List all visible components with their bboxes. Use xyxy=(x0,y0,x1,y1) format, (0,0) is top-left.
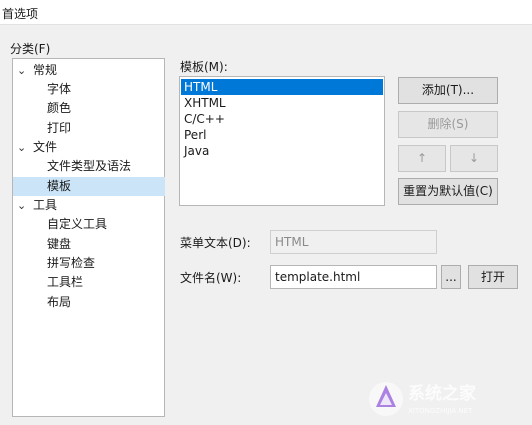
title-bar: 首选项 xyxy=(0,0,532,25)
menu-text-label: 菜单文本(D): xyxy=(180,236,251,250)
chevron-down-icon[interactable]: ⌄ xyxy=(17,196,26,215)
tree-item-label: 颜色 xyxy=(47,101,72,115)
templates-list[interactable]: HTML XHTML C/C++ Perl Java xyxy=(179,76,385,206)
list-item[interactable]: HTML xyxy=(181,79,383,95)
move-up-button[interactable]: ↑ xyxy=(398,145,446,172)
tree-item-label: 自定义工具 xyxy=(47,217,108,231)
tree-item-label: 文件类型及语法 xyxy=(47,159,132,173)
delete-button[interactable]: 删除(S) xyxy=(398,111,498,138)
tree-item-color[interactable]: 颜色 xyxy=(13,99,165,118)
svg-text:XITONGZHIJIA.NET: XITONGZHIJIA.NET xyxy=(408,407,473,415)
menu-text-field: HTML xyxy=(270,230,437,254)
file-name-label: 文件名(W): xyxy=(180,271,242,285)
tree-item-file-types[interactable]: 文件类型及语法 xyxy=(13,157,165,176)
tree-item-label: 工具栏 xyxy=(47,275,84,289)
list-item[interactable]: XHTML xyxy=(181,95,383,111)
tree-item-layout[interactable]: 布局 xyxy=(13,293,165,312)
list-item[interactable]: C/C++ xyxy=(181,111,383,127)
window-title: 首选项 xyxy=(2,7,39,21)
tree-item-label: 字体 xyxy=(47,82,72,96)
tree-item-label: 模板 xyxy=(47,179,72,193)
tree-item-font[interactable]: 字体 xyxy=(13,80,165,99)
list-item[interactable]: Java xyxy=(181,143,383,159)
svg-text:系统之家: 系统之家 xyxy=(408,383,476,404)
chevron-down-icon[interactable]: ⌄ xyxy=(17,61,26,80)
tree-item-label: 布局 xyxy=(47,295,72,309)
tree-item-label: 键盘 xyxy=(47,237,72,251)
tree-item-label: 拼写检查 xyxy=(47,256,96,270)
tree-item-print[interactable]: 打印 xyxy=(13,119,165,138)
list-item[interactable]: Perl xyxy=(181,127,383,143)
watermark-logo: 系统之家 XITONGZHIJIA.NET xyxy=(366,377,526,421)
chevron-down-icon[interactable]: ⌄ xyxy=(17,138,26,157)
tree-item-label: 工具 xyxy=(33,198,58,212)
tree-item-spell-check[interactable]: 拼写检查 xyxy=(13,254,165,273)
tree-item-keyboard[interactable]: 键盘 xyxy=(13,235,165,254)
tree-item-label: 常规 xyxy=(33,63,58,77)
open-button[interactable]: 打开 xyxy=(468,265,518,289)
reset-defaults-button[interactable]: 重置为默认值(C) xyxy=(398,178,498,205)
tree-item-file[interactable]: ⌄ 文件 xyxy=(13,138,165,157)
tree-item-general[interactable]: ⌄ 常规 xyxy=(13,61,165,80)
file-name-field[interactable]: template.html xyxy=(270,265,437,289)
add-button[interactable]: 添加(T)... xyxy=(398,77,498,104)
tree-item-label: 文件 xyxy=(33,140,58,154)
browse-button[interactable]: ... xyxy=(441,265,461,289)
tree-item-custom-tools[interactable]: 自定义工具 xyxy=(13,215,165,234)
tree-item-toolbar[interactable]: 工具栏 xyxy=(13,273,165,292)
tree-item-templates[interactable]: 模板 xyxy=(13,177,165,196)
move-down-button[interactable]: ↓ xyxy=(450,145,498,172)
tree-item-tools[interactable]: ⌄ 工具 xyxy=(13,196,165,215)
tree-item-label: 打印 xyxy=(47,121,72,135)
category-tree[interactable]: ⌄ 常规 字体 颜色 打印 ⌄ 文件 文件类型及语法 模板 ⌄ 工具 自定义工具… xyxy=(12,58,165,417)
watermark-mark-icon: 系统之家 XITONGZHIJIA.NET xyxy=(369,382,476,416)
templates-label: 模板(M): xyxy=(180,60,228,74)
category-label: 分类(F) xyxy=(10,42,51,56)
